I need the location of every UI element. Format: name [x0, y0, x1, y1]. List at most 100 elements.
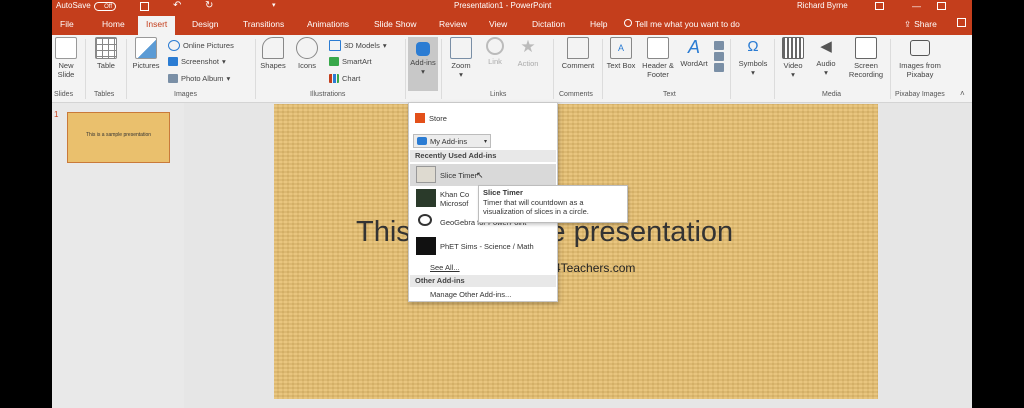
chevron-down-icon: ▾ — [824, 68, 828, 77]
addins-button[interactable]: Add-ins ▾ — [408, 37, 438, 91]
undo-icon[interactable]: ↶ — [173, 0, 181, 11]
ribbon-display-icon[interactable] — [875, 2, 884, 10]
symbols-button[interactable]: Ω Symbols ▾ — [735, 37, 771, 77]
save-icon[interactable] — [140, 2, 149, 11]
icons-icon — [296, 37, 318, 59]
group-separator — [553, 39, 554, 99]
tab-dictation[interactable]: Dictation — [532, 19, 565, 29]
tab-view[interactable]: View — [489, 19, 507, 29]
slide-subtitle[interactable]: 4Teachers.com — [554, 261, 635, 275]
tooltip-body: Timer that will countdown as a visualiza… — [483, 198, 589, 216]
date-time-icon[interactable] — [714, 41, 724, 50]
online-pictures-button[interactable]: Online Pictures — [168, 40, 234, 51]
comment-button[interactable]: Comment — [557, 37, 599, 70]
chevron-down-icon: ▾ — [791, 70, 795, 79]
wordart-button[interactable]: A WordArt — [677, 37, 711, 68]
collapse-ribbon-icon[interactable]: ˄ — [960, 89, 965, 98]
group-label-text: Text — [663, 91, 676, 98]
3d-models-button[interactable]: 3D Models ▾ — [329, 40, 387, 51]
smartart-icon — [329, 57, 339, 66]
ribbon-insert: New Slide Slides Table Tables Pictures O… — [52, 35, 972, 103]
smartart-button[interactable]: SmartArt — [329, 57, 372, 66]
text-box-button[interactable]: A Text Box — [606, 37, 636, 70]
manage-other-addins-item[interactable]: Manage Other Add-ins... — [430, 290, 511, 299]
tab-help[interactable]: Help — [590, 19, 607, 29]
images-from-pixabay-button[interactable]: Images from Pixabay — [892, 37, 948, 79]
chevron-down-icon: ▾ — [751, 68, 755, 77]
group-separator — [441, 39, 442, 99]
comments-icon[interactable] — [957, 18, 966, 27]
tab-file[interactable]: File — [60, 19, 74, 29]
chevron-down-icon: ▾ — [421, 67, 425, 76]
group-label-media: Media — [822, 91, 842, 98]
header-footer-button[interactable]: Header & Footer — [640, 37, 676, 79]
title-bar: AutoSave Off ↶ ↻ ▾ Presentation1 - Power… — [52, 0, 972, 14]
group-separator — [890, 39, 891, 99]
user-name[interactable]: Richard Byrne — [797, 1, 848, 10]
tab-home[interactable]: Home — [102, 19, 125, 29]
text-small-buttons — [714, 41, 724, 72]
shapes-button[interactable]: Shapes — [257, 37, 289, 70]
tab-review[interactable]: Review — [439, 19, 467, 29]
recently-used-header: Recently Used Add-ins — [410, 150, 556, 162]
addin-item-phet[interactable]: PhET Sims - Science / Math — [410, 235, 556, 257]
photo-album-icon — [168, 74, 178, 83]
screenshot-button[interactable]: Screenshot ▾ — [168, 57, 226, 66]
group-separator — [85, 39, 86, 99]
share-button[interactable]: ⇪ Share — [904, 19, 937, 30]
chevron-down-icon: ▾ — [459, 70, 463, 79]
tab-design[interactable]: Design — [192, 19, 218, 29]
group-separator — [774, 39, 775, 99]
chevron-down-icon: ▾ — [226, 74, 231, 83]
autosave-toggle[interactable]: Off — [94, 2, 116, 11]
screen-recording-button[interactable]: Screen Recording — [844, 37, 888, 79]
tooltip-title: Slice Timer — [483, 188, 523, 197]
screenshot-icon — [168, 57, 178, 66]
slide-canvas[interactable]: This is a sample presentation 4Teachers.… — [274, 104, 878, 399]
my-addins-button[interactable]: My Add-ins ▾ — [413, 134, 491, 148]
slide-number-icon[interactable] — [714, 52, 724, 61]
khan-academy-icon — [416, 189, 436, 207]
lightbulb-icon — [624, 19, 632, 27]
addins-icon — [417, 137, 427, 145]
link-icon — [486, 37, 504, 55]
addins-icon — [416, 42, 430, 56]
speaker-icon: ◀ — [820, 38, 832, 55]
new-slide-icon — [55, 37, 77, 59]
pictures-button[interactable]: Pictures — [130, 37, 162, 70]
video-icon — [782, 37, 804, 59]
customize-qat-icon[interactable]: ▾ — [272, 1, 276, 9]
tab-animations[interactable]: Animations — [307, 19, 349, 29]
object-icon[interactable] — [714, 63, 724, 72]
zoom-button[interactable]: Zoom ▾ — [446, 37, 476, 79]
photo-album-button[interactable]: Photo Album ▾ — [168, 74, 230, 83]
link-button[interactable]: Link — [482, 37, 508, 66]
tab-insert[interactable]: Insert — [138, 16, 176, 35]
tab-transitions[interactable]: Transitions — [243, 19, 284, 29]
phet-icon — [416, 237, 436, 255]
autosave-label: AutoSave — [56, 1, 91, 10]
window-title: Presentation1 - PowerPoint — [454, 1, 552, 10]
see-all-link[interactable]: See All... — [430, 263, 460, 272]
cube-icon — [329, 40, 341, 51]
slide-thumbnail[interactable]: This is a sample presentation — [67, 112, 170, 163]
redo-icon[interactable]: ↻ — [205, 0, 213, 11]
audio-button[interactable]: ◀ Audio ▾ — [812, 37, 840, 77]
screen-recording-icon — [855, 37, 877, 59]
action-button[interactable]: ★ Action — [514, 37, 542, 68]
maximize-icon[interactable] — [937, 2, 946, 10]
tell-me-box[interactable]: Tell me what you want to do — [624, 19, 740, 29]
chart-button[interactable]: Chart — [329, 74, 360, 83]
store-menu-item[interactable]: Store — [415, 113, 447, 123]
new-slide-button[interactable]: New Slide — [55, 37, 77, 79]
video-button[interactable]: Video ▾ — [779, 37, 807, 79]
header-footer-icon — [647, 37, 669, 59]
group-separator — [126, 39, 127, 99]
addin-item-slice-timer[interactable]: Slice Timer ↖ — [410, 164, 556, 186]
slide-number: 1 — [54, 110, 59, 119]
minimize-icon[interactable]: — — [912, 1, 921, 11]
icons-button[interactable]: Icons — [294, 37, 320, 70]
table-button[interactable]: Table — [91, 37, 121, 70]
text-box-icon: A — [610, 37, 632, 59]
tab-slide-show[interactable]: Slide Show — [374, 19, 417, 29]
